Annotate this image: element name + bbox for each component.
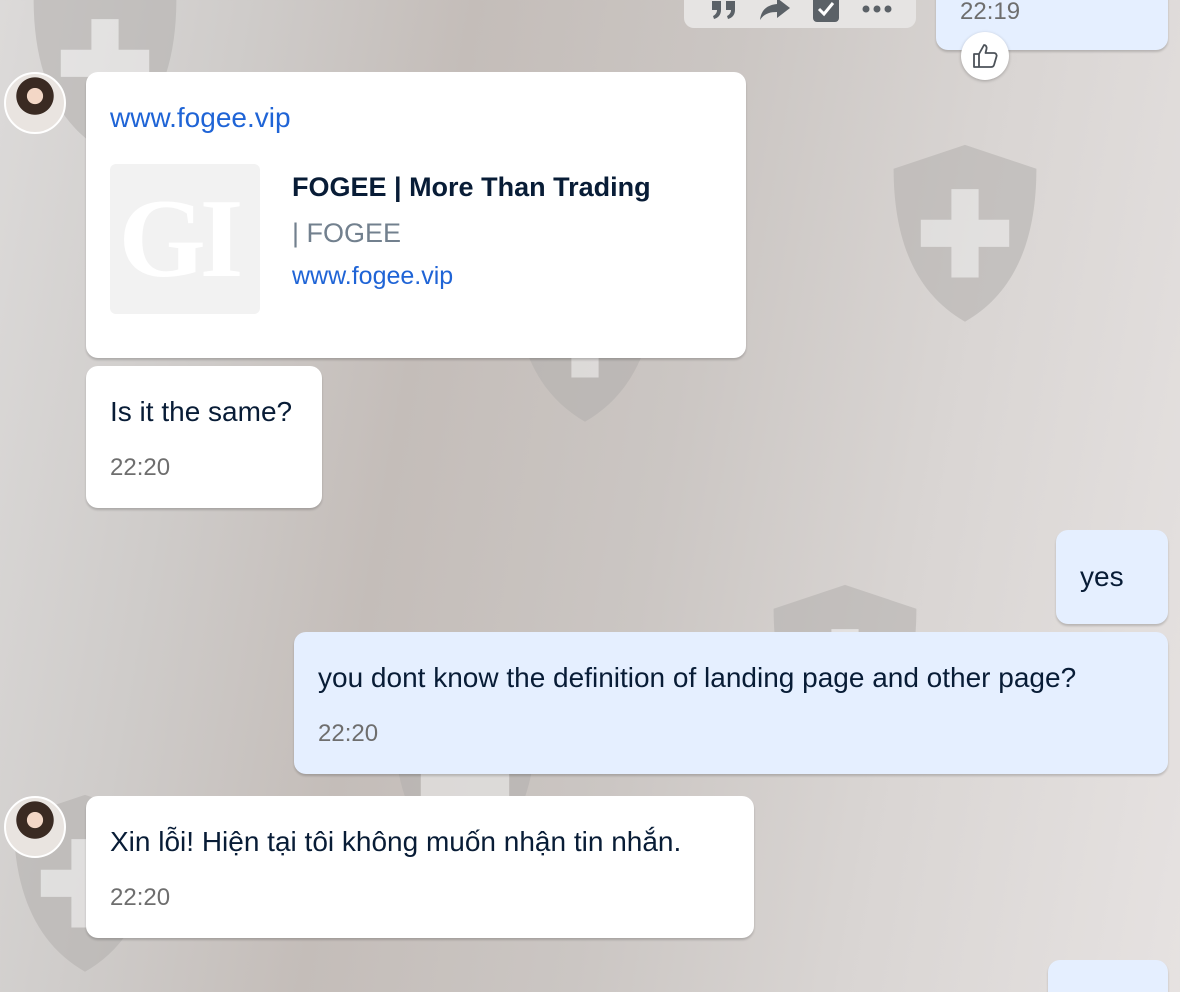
preview-title[interactable]: FOGEE | More Than Trading (292, 172, 651, 203)
message-text: yes (1080, 561, 1124, 592)
preview-subtitle: | FOGEE (292, 218, 402, 248)
message-bubble[interactable]: Xin lỗi! Hiện tại tôi không muốn nhận ti… (86, 796, 754, 938)
watermark-shield-icon (893, 144, 1037, 322)
message-link[interactable]: www.fogee.vip (110, 100, 291, 136)
thumbnail-logo-text: GI (118, 176, 244, 301)
avatar[interactable] (4, 72, 66, 134)
message-time: 22:19 (960, 0, 1021, 25)
message-time: 22:20 (110, 454, 171, 481)
avatar[interactable] (4, 796, 66, 858)
message-time: 22:20 (110, 884, 171, 911)
message-text: Is it the same? (110, 396, 293, 427)
message-text: you dont know the definition of landing … (318, 662, 1077, 693)
preview-domain[interactable]: www.fogee.vip (292, 262, 453, 291)
message-bubble[interactable]: you dont know the definition of landing … (294, 632, 1168, 774)
message-bubble[interactable]: yes (1056, 530, 1168, 624)
thumbs-up-icon (973, 44, 998, 68)
message-actions-toolbar (684, 0, 916, 28)
message-bubble[interactable]: Is it the same? 22:20 (86, 366, 322, 508)
like-reaction-button[interactable] (961, 32, 1009, 80)
forward-icon[interactable] (758, 0, 792, 26)
more-icon[interactable] (860, 0, 894, 26)
message-time: 22:20 (318, 720, 379, 747)
link-preview-thumbnail[interactable]: GI (110, 164, 260, 314)
message-text: Xin lỗi! Hiện tại tôi không muốn nhận ti… (110, 826, 682, 857)
message-bubble[interactable] (1048, 960, 1168, 992)
quote-icon[interactable] (707, 0, 741, 26)
select-checkbox-icon[interactable] (809, 0, 843, 26)
link-preview-bubble[interactable]: www.fogee.vip GI FOGEE | More Than Tradi… (86, 72, 746, 358)
